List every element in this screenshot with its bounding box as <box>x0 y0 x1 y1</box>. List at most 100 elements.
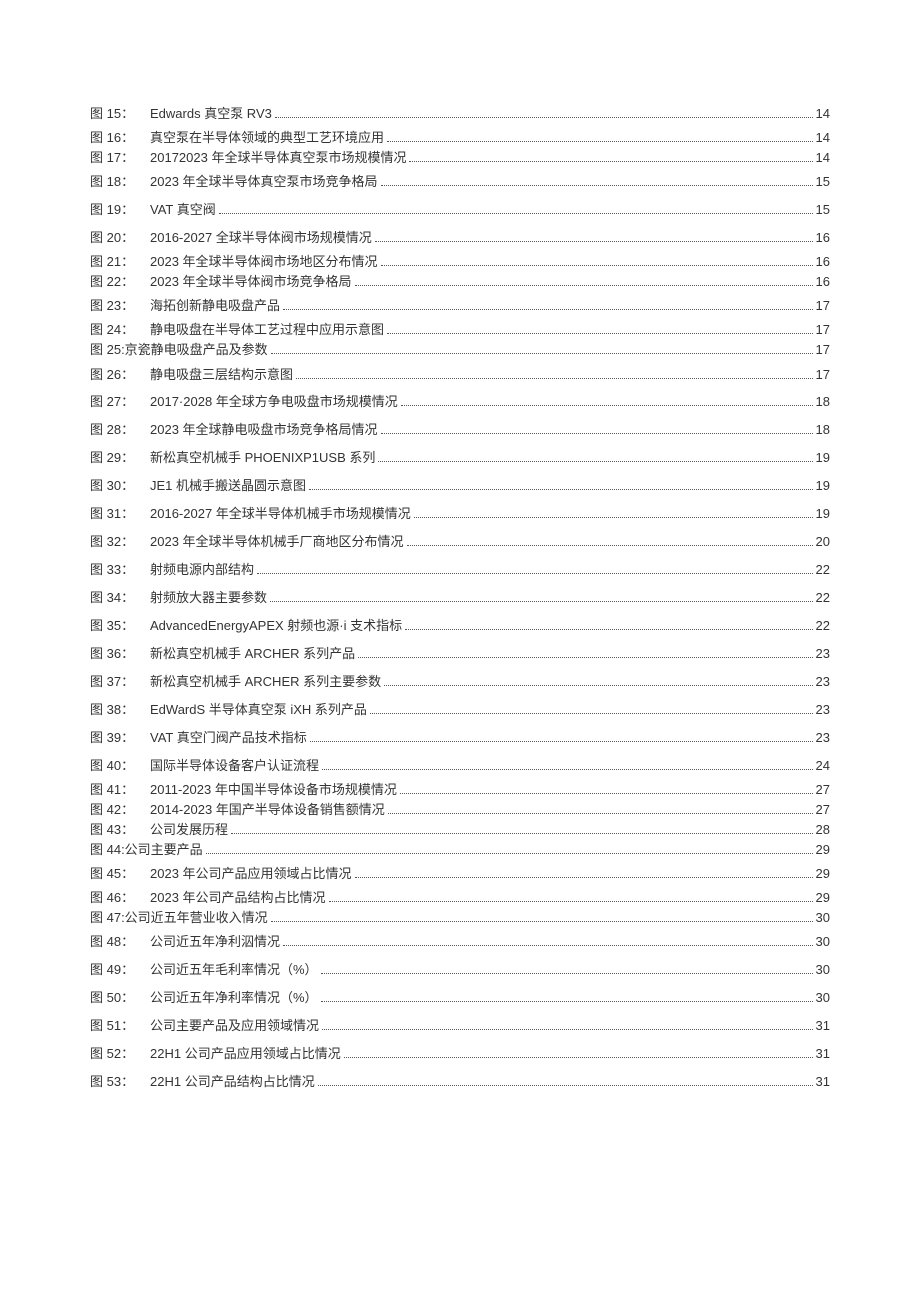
toc-dots <box>275 117 813 118</box>
toc-entry-page: 20 <box>816 528 830 556</box>
toc-entry-page: 30 <box>816 908 830 928</box>
toc-entry: 图 49：公司近五年毛利率情况（%） 30 <box>90 956 830 984</box>
toc-dots <box>310 741 813 742</box>
toc-entry: 图 32： 2023 年全球半导体机械手厂商地区分布情况 20 <box>90 528 830 556</box>
toc-dots <box>387 333 813 334</box>
toc-entry: 图 16：真空泵在半导体领域的典型工艺环境应用 14 <box>90 128 830 148</box>
toc-entry-label: 图 24： <box>90 320 148 340</box>
toc-entry-page: 23 <box>816 696 830 724</box>
toc-entry-label: 图 32： <box>90 528 148 556</box>
toc-entry: 图 44:公司主要产品 29 <box>90 840 830 860</box>
toc-entry-title: 新松真空机械手 ARCHER 系列主要参数 <box>150 668 381 696</box>
toc-dots <box>401 405 813 406</box>
toc-dots <box>358 657 812 658</box>
toc-entry-title: 新松真空机械手 PHOENIXP1USB 系列 <box>150 444 375 472</box>
toc-entry-label: 图 45： <box>90 860 148 888</box>
toc-entry: 图 24：静电吸盘在半导体工艺过程中应用示意图 17 <box>90 320 830 340</box>
toc-dots <box>271 921 813 922</box>
toc-entry-label: 图 48： <box>90 928 148 956</box>
toc-entry: 图 48：公司近五年净利泅情况 30 <box>90 928 830 956</box>
toc-entry-title: 2023 年全球半导体阀市场竞争格局 <box>150 272 352 292</box>
toc-entry-title: JE1 机械手搬送晶圆示意图 <box>150 472 306 500</box>
toc-entry: 图 51：公司主要产品及应用领域情况 31 <box>90 1012 830 1040</box>
toc-entry-page: 17 <box>816 340 830 360</box>
toc-entry-title: 2023 年全球半导体阀市场地区分布情况 <box>150 252 378 272</box>
toc-entry-page: 23 <box>816 724 830 752</box>
toc-entry-page: 31 <box>816 1068 830 1096</box>
toc-entry-label: 图 38： <box>90 696 148 724</box>
toc-entry-page: 22 <box>816 556 830 584</box>
toc-dots <box>378 461 812 462</box>
toc-entry-title: 真空泵在半导体领域的典型工艺环境应用 <box>150 128 384 148</box>
toc-entry-label: 图 52： <box>90 1040 148 1068</box>
toc-entry: 图 19： VAT 真空阀 15 <box>90 196 830 224</box>
toc-entry-label: 图 27： <box>90 388 148 416</box>
toc-entry-label: 图 47:公司近五年营业收入情况 <box>90 908 268 928</box>
toc-entry-page: 22 <box>816 584 830 612</box>
toc-entry: 图 18： 2023 年全球半导体真空泵市场竞争格局 15 <box>90 168 830 196</box>
toc-entry-label: 图 33： <box>90 556 148 584</box>
toc-entry: 图 45： 2023 年公司产品应用领域占比情况 29 <box>90 860 830 888</box>
toc-entry-title: Edwards 真空泵 RV3 <box>150 100 272 128</box>
toc-entry-title: 射频电源内部结构 <box>150 556 254 584</box>
toc-dots <box>318 1085 813 1086</box>
toc-dots <box>355 285 813 286</box>
toc-dots <box>296 378 813 379</box>
toc-dots <box>309 489 813 490</box>
toc-entry-title: VAT 真空门阀产品技术指标 <box>150 724 307 752</box>
toc-entry-page: 29 <box>816 840 830 860</box>
toc-entry-page: 16 <box>816 252 830 272</box>
toc-entry-page: 17 <box>816 292 830 320</box>
toc-entry: 图 34：射频放大器主要参数 22 <box>90 584 830 612</box>
toc-entry-label: 图 41： <box>90 780 148 800</box>
toc-entry-label: 图 15： <box>90 100 148 128</box>
toc-entry-page: 31 <box>816 1040 830 1068</box>
toc-dots <box>321 973 813 974</box>
toc-entry: 图 43：公司发展历程 28 <box>90 820 830 840</box>
toc-entry: 图 40：国际半导体设备客户认证流程 24 <box>90 752 830 780</box>
toc-entry-page: 28 <box>816 820 830 840</box>
toc-entry-title: 公司发展历程 <box>150 820 228 840</box>
toc-dots <box>219 213 813 214</box>
toc-entry-title: 2023 年公司产品应用领域占比情况 <box>150 860 352 888</box>
toc-entry: 图 21： 2023 年全球半导体阀市场地区分布情况 16 <box>90 252 830 272</box>
toc-dots <box>231 833 813 834</box>
toc-entry-title: 2016-2027 全球半导体阀市场规模情况 <box>150 224 372 252</box>
toc-entry-page: 18 <box>816 416 830 444</box>
toc-dots <box>400 793 813 794</box>
toc-entry-title: 2023 年全球半导体真空泵市场竞争格局 <box>150 168 378 196</box>
toc-dots <box>257 573 813 574</box>
toc-dots <box>409 161 812 162</box>
toc-entry-page: 27 <box>816 800 830 820</box>
toc-entry: 图 20： 2016-2027 全球半导体阀市场规模情况 16 <box>90 224 830 252</box>
toc-entry-label: 图 30： <box>90 472 148 500</box>
toc-entry-page: 14 <box>816 100 830 128</box>
toc-entry: 图 28： 2023 年全球静电吸盘市场竞争格局情况 18 <box>90 416 830 444</box>
toc-dots <box>414 517 813 518</box>
toc-dots <box>381 433 813 434</box>
toc-entry-page: 17 <box>816 361 830 389</box>
toc-dots <box>387 141 813 142</box>
toc-entry-label: 图 19： <box>90 196 148 224</box>
toc-entry-page: 19 <box>816 444 830 472</box>
toc-entry-title: 2023 年全球半导体机械手厂商地区分布情况 <box>150 528 404 556</box>
toc-entry-label: 图 39： <box>90 724 148 752</box>
toc-entry-title: VAT 真空阀 <box>150 196 216 224</box>
toc-dots <box>206 853 813 854</box>
toc-entry: 图 35： AdvancedEnergyAPEX 射频也源·i 支术指标 22 <box>90 612 830 640</box>
toc-entry-label: 图 35： <box>90 612 148 640</box>
toc-entry-page: 29 <box>816 860 830 888</box>
toc-entry: 图 46： 2023 年公司产品结构占比情况 29 <box>90 888 830 908</box>
toc-entry-title: 2016-2027 年全球半导体机械手市场规模情况 <box>150 500 411 528</box>
toc-entry-page: 23 <box>816 640 830 668</box>
toc-dots <box>384 685 812 686</box>
toc-entry: 图 30： JE1 机械手搬送晶圆示意图 19 <box>90 472 830 500</box>
toc-entry-page: 14 <box>816 128 830 148</box>
toc-entry-page: 24 <box>816 752 830 780</box>
toc-dots <box>355 877 813 878</box>
figure-list: 图 15：Edwards 真空泵 RV3 14图 16：真空泵在半导体领域的典型… <box>90 100 830 1096</box>
toc-dots <box>283 309 813 310</box>
toc-dots <box>322 769 813 770</box>
toc-entry-label: 图 21： <box>90 252 148 272</box>
toc-entry-title: 20172023 年全球半导体真空泵市场规模情况 <box>150 148 406 168</box>
